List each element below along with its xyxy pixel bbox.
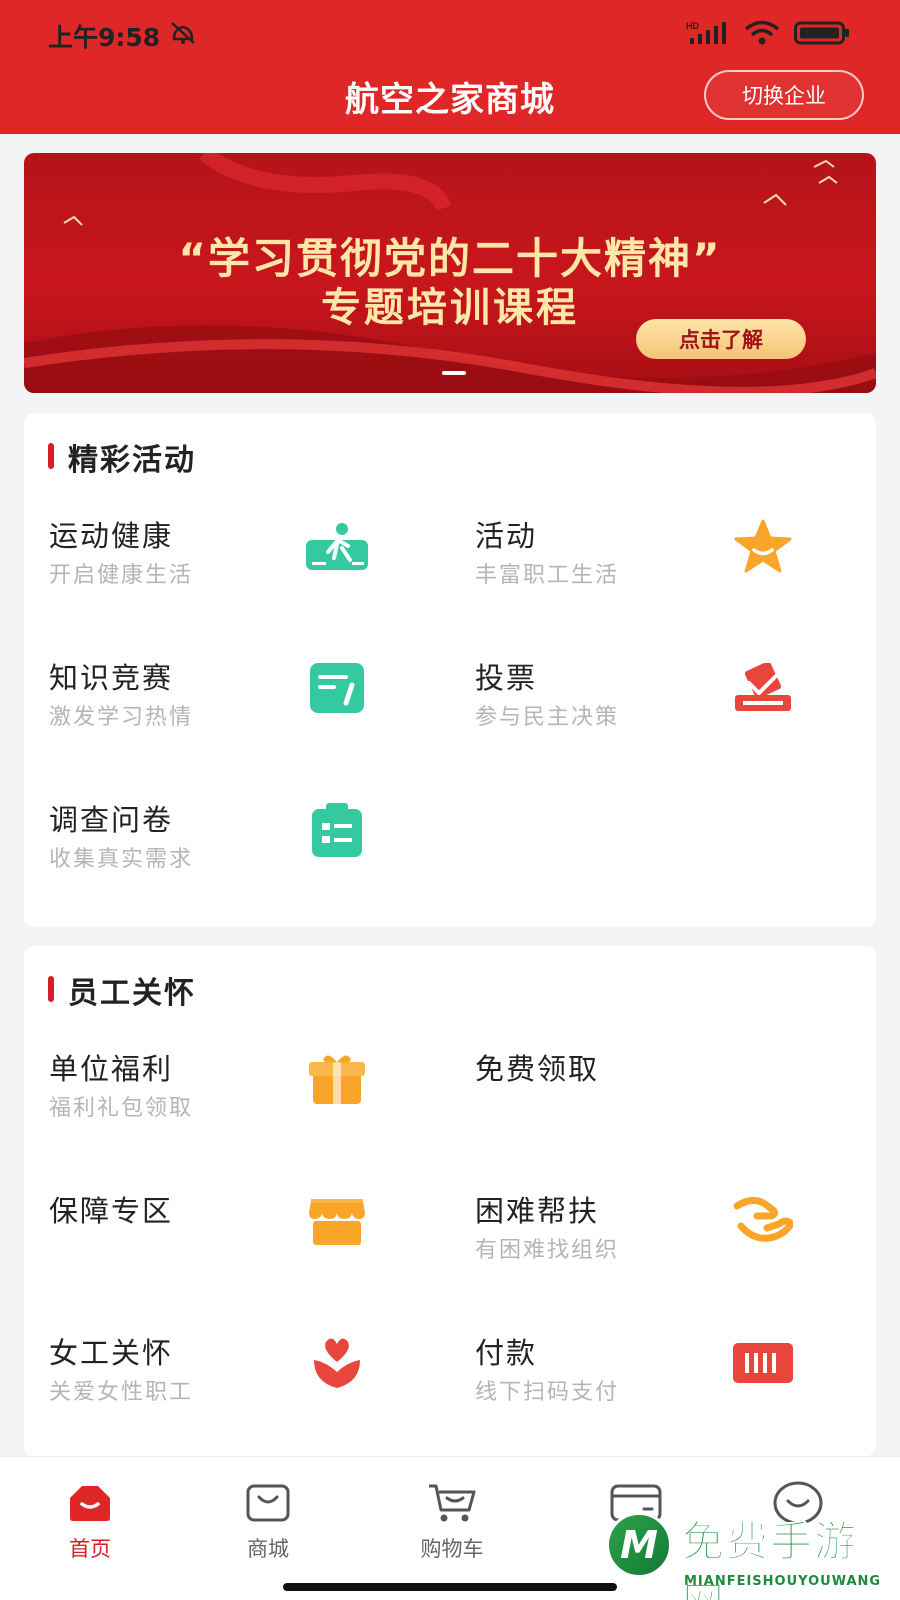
activity-item-survey[interactable]: 调查问卷 收集真实需求 (24, 797, 424, 907)
item-subtitle: 激发学习热情 (49, 705, 194, 730)
item-title: 运动健康 (49, 519, 174, 553)
tab-label: 首页 (69, 1537, 111, 1561)
care-item-security-zone[interactable]: 保障专区 (24, 1188, 424, 1298)
tab-mall[interactable]: 商城 (198, 1477, 338, 1563)
item-subtitle: 开启健康生活 (49, 563, 194, 588)
item-title: 保障专区 (49, 1194, 174, 1228)
carousel-indicator (442, 371, 466, 375)
cart-icon (382, 1477, 522, 1529)
care-item-female-workers[interactable]: 女工关怀 关爱女性职工 (24, 1330, 424, 1440)
barcode-icon (730, 1334, 796, 1392)
item-title: 调查问卷 (49, 803, 174, 837)
tab-label: 购物车 (420, 1537, 484, 1561)
item-subtitle: 有困难找组织 (475, 1238, 620, 1263)
vote-icon (730, 659, 796, 717)
item-subtitle: 丰富职工生活 (475, 563, 620, 588)
care-item-free-claim[interactable]: 免费领取 (450, 1046, 850, 1156)
care-item-hardship-aid[interactable]: 困难帮扶 有困难找组织 (450, 1188, 850, 1298)
activity-item-quiz[interactable]: 知识竞赛 激发学习热情 (24, 655, 424, 765)
shopping-bag-icon (198, 1477, 338, 1529)
app-header: 上午9:58 HD 航空之家商城 切换企业 (0, 0, 900, 134)
promo-banner[interactable]: “学习贯彻党的二十大精神” 专题培训课程 点击了解 (24, 153, 876, 393)
activity-item-vote[interactable]: 投票 参与民主决策 (450, 655, 850, 765)
svg-text:HD: HD (686, 21, 699, 31)
item-title: 活动 (475, 519, 538, 553)
item-title: 免费领取 (475, 1052, 600, 1086)
watermark-logo: M (606, 1512, 672, 1578)
section-accent-bar (48, 443, 54, 469)
item-subtitle: 收集真实需求 (49, 847, 194, 872)
activities-card: 精彩活动 运动健康 开启健康生活 活动 丰富职工生活 知识竞赛 激发学习热情 投… (24, 413, 876, 927)
learn-more-button[interactable]: 点击了解 (636, 319, 806, 359)
item-title: 付款 (475, 1336, 538, 1370)
gift-icon (304, 1050, 370, 1108)
status-bar-time: 上午9:58 (48, 18, 198, 54)
care-item-welfare[interactable]: 单位福利 福利礼包领取 (24, 1046, 424, 1156)
tab-label: 商城 (247, 1537, 289, 1561)
home-indicator[interactable] (283, 1583, 617, 1591)
item-title: 女工关怀 (49, 1336, 174, 1370)
store-icon (304, 1192, 370, 1250)
activity-item-events[interactable]: 活动 丰富职工生活 (450, 513, 850, 623)
item-subtitle: 福利礼包领取 (49, 1096, 194, 1121)
signal-icon: HD (686, 20, 730, 50)
item-title: 单位福利 (49, 1052, 174, 1086)
activity-item-fitness[interactable]: 运动健康 开启健康生活 (24, 513, 424, 623)
battery-icon (794, 21, 850, 49)
section-title-activities: 精彩活动 (68, 443, 196, 478)
tab-home[interactable]: 首页 (20, 1477, 160, 1563)
item-subtitle: 线下扫码支付 (475, 1380, 620, 1405)
item-subtitle: 关爱女性职工 (49, 1380, 194, 1405)
status-indicators: HD (686, 20, 850, 50)
section-accent-bar (48, 976, 54, 1002)
employee-care-card: 员工关怀 单位福利 福利礼包领取 免费领取 保障专区 困难帮扶 有困难找组织 女… (24, 946, 876, 1456)
wifi-icon (744, 20, 780, 50)
switch-enterprise-button[interactable]: 切换企业 (704, 70, 864, 120)
item-title: 知识竞赛 (49, 661, 174, 695)
item-subtitle: 参与民主决策 (475, 705, 620, 730)
mute-alarm-icon (168, 21, 198, 51)
item-title: 困难帮扶 (475, 1194, 600, 1228)
section-title-care: 员工关怀 (68, 976, 196, 1011)
item-title: 投票 (475, 661, 538, 695)
heart-flower-icon (304, 1334, 370, 1392)
home-icon (20, 1477, 160, 1529)
star-icon (730, 517, 796, 575)
running-icon (304, 517, 370, 575)
watermark-subtext: MIANFEISHOUYOUWANG (684, 1574, 882, 1589)
quiz-icon (304, 659, 370, 717)
tab-cart[interactable]: 购物车 (382, 1477, 522, 1563)
site-watermark: M 免费手游网 MIANFEISHOUYOUWANG (606, 1508, 900, 1600)
clipboard-icon (304, 801, 370, 859)
care-item-payment[interactable]: 付款 线下扫码支付 (450, 1330, 850, 1440)
clock-text: 上午9:58 (48, 23, 161, 52)
helping-hand-icon (730, 1192, 796, 1250)
